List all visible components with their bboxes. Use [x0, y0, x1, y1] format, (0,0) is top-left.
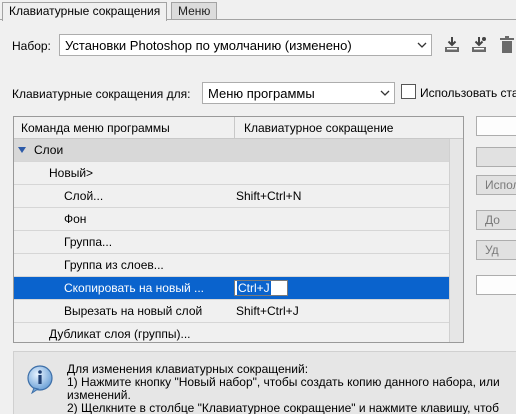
row-shortcut[interactable]: Shift+Ctrl+N — [236, 189, 301, 203]
use-legacy-label[interactable]: Использовать ста — [420, 86, 516, 100]
row-command: Дубликат слоя (группы)... — [49, 327, 191, 341]
row-command: Слои — [34, 143, 64, 157]
info-panel: Для изменения клавиатурных сокращений: 1… — [13, 351, 516, 414]
table-row[interactable]: Новый> — [14, 162, 449, 185]
info-text: Для изменения клавиатурных сокращений: 1… — [67, 363, 500, 414]
table-body: Слои Новый> Слой... Shift+Ctrl+N Фон Гру… — [14, 139, 449, 342]
vertical-scrollbar[interactable] — [449, 139, 463, 342]
row-command: Слой... — [64, 189, 104, 203]
add-shortcut-button[interactable]: До — [476, 210, 516, 230]
shortcut-edit-field[interactable]: Ctrl+J — [234, 280, 288, 296]
table-row[interactable]: Группа... — [14, 231, 449, 254]
table-row[interactable]: Группа из слоев... — [14, 254, 449, 277]
chevron-down-icon — [380, 90, 390, 96]
use-default-button[interactable]: Испол — [476, 175, 516, 195]
table-header: Команда меню программы Клавиатурное сокр… — [14, 117, 463, 139]
table-row[interactable]: Вырезать на новый слой Shift+Ctrl+J — [14, 300, 449, 323]
side-button-6[interactable] — [476, 275, 516, 295]
save-set-icon[interactable] — [442, 35, 462, 55]
row-command: Вырезать на новый слой — [64, 304, 203, 318]
side-button-1[interactable] — [476, 116, 516, 136]
shortcuts-for-dropdown[interactable]: Меню программы — [202, 82, 395, 104]
row-command: Фон — [64, 212, 87, 226]
shortcuts-for-label: Клавиатурные сокращения для: — [12, 87, 191, 101]
delete-set-icon[interactable] — [497, 35, 516, 55]
tab-keyboard-shortcuts[interactable]: Клавиатурные сокращения — [2, 2, 168, 21]
delete-shortcut-button[interactable]: Уд — [476, 240, 516, 260]
table-row-selected[interactable]: Скопировать на новый ... Ctrl+J — [14, 277, 449, 300]
preset-dropdown[interactable]: Установки Photoshop по умолчанию (измене… — [59, 34, 432, 56]
table-row[interactable]: Слой... Shift+Ctrl+N — [14, 185, 449, 208]
keyboard-shortcuts-dialog: Клавиатурные сокращения Меню Набор: Уста… — [0, 0, 516, 414]
row-command: Скопировать на новый ... — [64, 281, 204, 295]
row-command: Группа... — [64, 235, 113, 249]
preset-value: Установки Photoshop по умолчанию (измене… — [65, 38, 352, 53]
preset-label: Набор: — [12, 39, 51, 53]
expand-triangle-icon[interactable] — [18, 147, 26, 153]
row-command: Новый> — [49, 166, 94, 180]
save-as-set-icon[interactable] — [469, 35, 489, 55]
row-command: Группа из слоев... — [64, 258, 164, 272]
table-row[interactable]: Дубликат слоя (группы)... — [14, 323, 449, 342]
table-row[interactable]: Слои — [14, 139, 449, 162]
column-separator — [234, 117, 235, 139]
side-button-2[interactable] — [476, 147, 516, 167]
use-legacy-checkbox[interactable] — [401, 84, 416, 99]
shortcut-edit-value: Ctrl+J — [237, 281, 271, 295]
info-line: 1) Нажмите кнопку "Новый набор", чтобы с… — [67, 375, 500, 389]
shortcuts-for-value: Меню программы — [208, 86, 315, 101]
tab-strip: Клавиатурные сокращения Меню — [0, 0, 516, 21]
column-header-shortcut[interactable]: Клавиатурное сокращение — [244, 121, 393, 135]
chevron-down-icon — [417, 42, 427, 48]
tab-menus[interactable]: Меню — [171, 2, 218, 20]
info-line: 2) Щелкните в столбце "Клавиатурное сокр… — [67, 401, 499, 414]
column-header-command[interactable]: Команда меню программы — [21, 121, 170, 135]
row-shortcut[interactable]: Shift+Ctrl+J — [236, 304, 299, 318]
shortcuts-table: Команда меню программы Клавиатурное сокр… — [13, 116, 464, 343]
table-row[interactable]: Фон — [14, 208, 449, 231]
info-icon — [27, 365, 53, 394]
